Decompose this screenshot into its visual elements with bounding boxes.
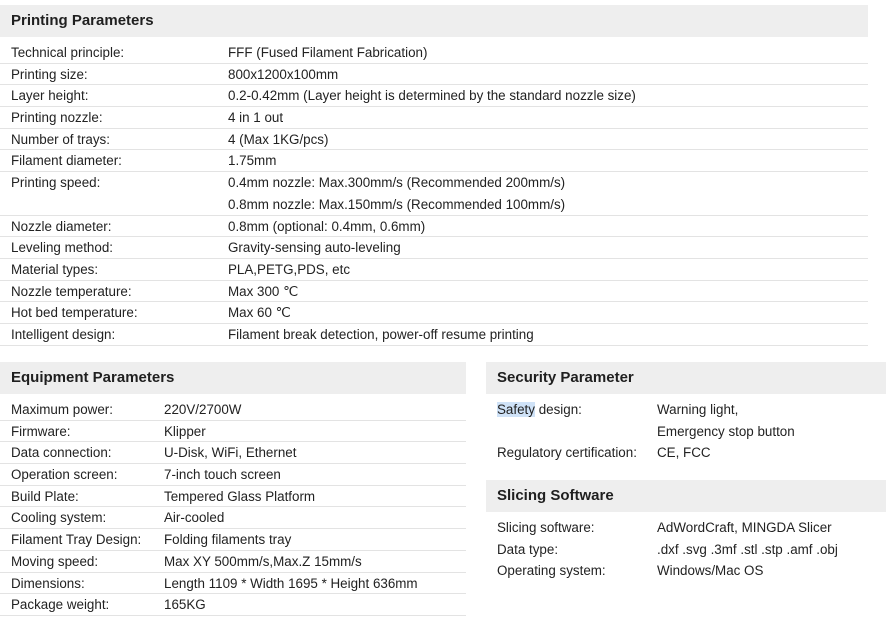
spec-label: Data type: (497, 541, 559, 557)
spec-value: 7-inch touch screen (164, 467, 281, 483)
spec-value: 0.4mm nozzle: Max.300mm/s (Recommended 2… (228, 172, 565, 214)
spec-value-line: 0.8mm nozzle: Max.150mm/s (Recommended 1… (228, 196, 566, 212)
spec-value: 4 (Max 1KG/pcs) (228, 131, 329, 147)
spec-value: 1.75mm (228, 153, 277, 169)
spec-value-line: Warning light, (657, 402, 739, 417)
spec-value: FFF (Fused Filament Fabrication) (228, 45, 428, 60)
spec-label: Filament diameter: (11, 153, 122, 169)
spec-row-package-weight: Package weight: 165KG (0, 594, 466, 616)
spec-label: Operating system: (497, 563, 606, 579)
spec-label: Regulatory certification: (497, 445, 637, 461)
spec-label: Nozzle temperature: (11, 283, 132, 299)
spec-label: Filament Tray Design: (11, 532, 142, 548)
spec-label: Material types: (11, 261, 99, 277)
spec-value: 165KG (164, 597, 206, 613)
spec-row-layer-height: Layer height: 0.2-0.42mm (Layer height i… (0, 85, 868, 108)
spec-label: Package weight: (11, 597, 110, 613)
spec-label: Moving speed: (11, 553, 99, 569)
spec-value: Folding filaments tray (164, 532, 292, 548)
spec-label: Number of trays: (11, 131, 110, 147)
spec-row-leveling-method: Leveling method: Gravity-sensing auto-le… (0, 237, 868, 259)
spec-label: Nozzle diameter: (11, 218, 112, 234)
security-parameter-title: Security Parameter (486, 362, 886, 394)
spec-row-nozzle-temperature: Nozzle temperature: Max 300 ℃ (0, 281, 868, 303)
spec-value: Max 60 ℃ (228, 305, 291, 321)
spec-row-filament-tray-design: Filament Tray Design: Folding filaments … (0, 529, 466, 551)
spec-value: Air-cooled (164, 510, 225, 526)
spec-row-slicing-software: Slicing software: AdWordCraft, MINGDA Sl… (486, 517, 886, 539)
spec-row-printing-nozzle: Printing nozzle: 4 in 1 out (0, 107, 868, 129)
spec-label: Dimensions: (11, 575, 85, 591)
spec-value: Gravity-sensing auto-leveling (228, 240, 401, 256)
printing-parameters-title: Printing Parameters (0, 5, 868, 37)
spec-row-technical-principle: Technical principle: FFF (Fused Filament… (0, 42, 868, 64)
spec-value: Windows/Mac OS (657, 563, 764, 579)
spec-label: Cooling system: (11, 510, 107, 526)
spec-row-number-of-trays: Number of trays: 4 (Max 1KG/pcs) (0, 129, 868, 151)
printing-parameters-section: Printing Parameters Technical principle:… (0, 5, 868, 346)
slicing-software-section: Slicing Software Slicing software: AdWor… (486, 480, 886, 582)
spec-value: Max XY 500mm/s,Max.Z 15mm/s (164, 553, 362, 569)
spec-value: Max 300 ℃ (228, 283, 299, 299)
spec-value: 0.2-0.42mm (Layer height is determined b… (228, 88, 636, 104)
spec-label: Hot bed temperature: (11, 305, 138, 321)
spec-row-dimensions: Dimensions: Length 1109 * Width 1695 * H… (0, 573, 466, 595)
spec-value: AdWordCraft, MINGDA Slicer (657, 520, 832, 535)
spec-value: 800x1200x100mm (228, 66, 339, 82)
spec-value-line: Emergency stop button (657, 423, 795, 439)
spec-row-safety-design: Safety design: Warning light, Emergency … (486, 399, 886, 442)
slicing-software-title: Slicing Software (486, 480, 886, 512)
spec-row-cooling-system: Cooling system: Air-cooled (0, 507, 466, 530)
spec-label: Leveling method: (11, 240, 113, 256)
spec-value: Length 1109 * Width 1695 * Height 636mm (164, 575, 418, 591)
spec-value: Warning light, Emergency stop button (657, 399, 795, 442)
spec-label-rest: design: (534, 402, 582, 417)
spec-value: 4 in 1 out (228, 110, 284, 126)
spec-label: Printing nozzle: (11, 110, 103, 126)
spec-label: Build Plate: (11, 488, 79, 504)
spec-row-operation-screen: Operation screen: 7-inch touch screen (0, 464, 466, 486)
spec-row-nozzle-diameter: Nozzle diameter: 0.8mm (optional: 0.4mm,… (0, 216, 868, 238)
spec-label: Intelligent design: (11, 326, 116, 342)
spec-value-line: 0.4mm nozzle: Max.300mm/s (Recommended 2… (228, 175, 566, 191)
spec-row-filament-diameter: Filament diameter: 1.75mm (0, 150, 868, 173)
spec-value: Filament break detection, power-off resu… (228, 326, 534, 342)
spec-label: Maximum power: (11, 402, 113, 417)
spec-row-regulatory-certification: Regulatory certification: CE, FCC (486, 442, 886, 464)
spec-row-operating-system: Operating system: Windows/Mac OS (486, 560, 886, 582)
spec-value: U-Disk, WiFi, Ethernet (164, 445, 297, 461)
spec-row-maximum-power: Maximum power: 220V/2700W (0, 399, 466, 421)
spec-value: 0.8mm (optional: 0.4mm, 0.6mm) (228, 218, 426, 234)
spec-row-printing-size: Printing size: 800x1200x100mm (0, 64, 868, 86)
spec-row-material-types: Material types: PLA,PETG,PDS, etc (0, 259, 868, 281)
equipment-parameters-section: Equipment Parameters Maximum power: 220V… (0, 362, 466, 616)
spec-row-data-type: Data type: .dxf .svg .3mf .stl .stp .amf… (486, 539, 886, 561)
spec-label: Data connection: (11, 445, 112, 461)
spec-label: Operation screen: (11, 467, 118, 483)
spec-label: Slicing software: (497, 520, 595, 535)
spec-label: Printing speed: (11, 175, 101, 191)
spec-value: CE, FCC (657, 445, 711, 461)
spec-value: Klipper (164, 423, 206, 439)
spec-label: Safety design: (486, 399, 657, 442)
spec-label: Firmware: (11, 423, 71, 439)
spec-label: Layer height: (11, 88, 89, 104)
spec-value: 220V/2700W (164, 402, 242, 417)
spec-row-moving-speed: Moving speed: Max XY 500mm/s,Max.Z 15mm/… (0, 551, 466, 573)
spec-row-printing-speed: Printing speed: 0.4mm nozzle: Max.300mm/… (0, 172, 868, 216)
spec-label: Technical principle: (11, 45, 125, 60)
security-parameter-section: Security Parameter Safety design: Warnin… (486, 362, 886, 464)
text-selection-highlight[interactable]: Safety (497, 402, 535, 417)
spec-value: .dxf .svg .3mf .stl .stp .amf .obj (657, 541, 838, 557)
spec-value: PLA,PETG,PDS, etc (228, 261, 351, 277)
spec-row-intelligent-design: Intelligent design: Filament break detec… (0, 324, 868, 346)
spec-row-hot-bed-temperature: Hot bed temperature: Max 60 ℃ (0, 302, 868, 324)
spec-label: Printing size: (11, 66, 88, 82)
spec-value: Tempered Glass Platform (164, 488, 316, 504)
spec-row-build-plate: Build Plate: Tempered Glass Platform (0, 486, 466, 508)
spec-row-firmware: Firmware: Klipper (0, 421, 466, 443)
equipment-parameters-title: Equipment Parameters (0, 362, 466, 394)
spec-row-data-connection: Data connection: U-Disk, WiFi, Ethernet (0, 442, 466, 465)
